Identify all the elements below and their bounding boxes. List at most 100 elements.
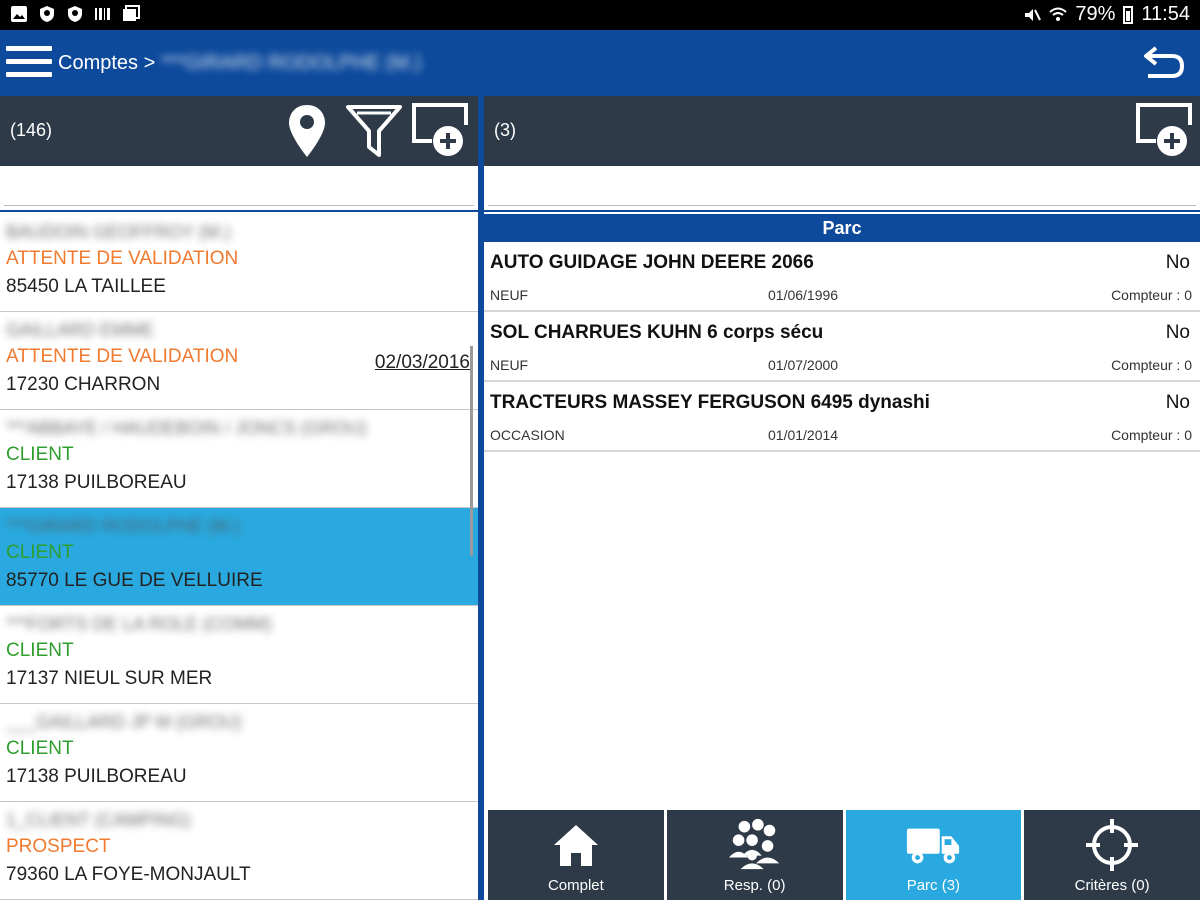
parc-item-counter: Compteur : 0 [1111,427,1192,443]
parc-item-state: NEUF [490,357,529,373]
breadcrumb: Comptes > ***GIRARD RODOLPHE (M.) [58,52,421,75]
truck-icon [905,818,961,872]
add-parc-button[interactable] [1134,100,1196,162]
accounts-search-input[interactable] [4,174,474,206]
breadcrumb-root[interactable]: Comptes > [58,52,155,75]
account-name: ___GAILLARD JP M (GROU) [6,712,242,732]
parc-item-flag: No [1165,322,1190,343]
add-icon [412,103,468,156]
parc-item-title: AUTO GUIDAGE JOHN DEERE 2066 [490,252,814,273]
mute-icon [1025,8,1042,21]
account-status: CLIENT [6,640,74,661]
account-item[interactable]: ___GAILLARD JP M (GROU) CLIENT 17138 PUILB… [0,704,478,802]
wifi-icon [1049,7,1068,21]
account-item[interactable]: GAILLARD EMME ATTENTE DE VALIDATION 17230 … [0,312,478,410]
parc-item-date: 01/07/2000 [768,357,839,373]
account-name: BAUDOIN GEOFFROY (M.) [6,222,231,242]
gallery-icon [123,5,140,21]
parc-item-counter: Compteur : 0 [1111,287,1192,303]
location-pin-icon [289,105,325,157]
map-button[interactable] [276,100,338,162]
account-item[interactable]: BAUDOIN GEOFFROY (M.) ATTENTE DE VALIDATI… [0,214,478,312]
parc-item-flag: No [1165,252,1190,273]
account-city: 17230 CHARRON [6,374,161,395]
tab-label: Resp. (0) [723,877,786,894]
tab-label: Critères (0) [1074,877,1150,894]
tab-label: Parc (3) [906,877,961,894]
back-button[interactable] [1142,42,1186,82]
account-name: ***FORTS DE LA ROLE (COMM) [6,614,272,634]
accounts-panel: (146) BAUDOIN GEOFFROY (M.) ATTENTE DE VA… [0,96,478,900]
add-account-button[interactable] [410,100,472,162]
parc-item-title: TRACTEURS MASSEY FERGUSON 6495 dynashi [490,392,930,413]
parc-item-flag: No [1165,392,1190,413]
tab-label: Complet [547,877,604,894]
filter-icon [346,105,402,157]
account-status: CLIENT [6,444,74,465]
bottom-nav: Complet Resp. (0) Parc (3) Critères (0) [488,810,1200,900]
parc-item-title: SOL CHARRUES KUHN 6 corps sécu [490,322,824,343]
scrollbar[interactable] [470,346,473,556]
filter-button[interactable] [343,100,405,162]
account-city: 17138 PUILBOREAU [6,766,187,787]
accounts-header: (146) [0,96,478,166]
system-status: 79% 11:54 [1023,3,1190,26]
account-date[interactable]: 02/03/2016 [375,352,470,374]
account-status: PROSPECT [6,836,111,857]
image-icon [11,6,27,22]
battery-percent: 79% [1075,3,1116,25]
account-city: 79360 LA FOYE-MONJAULT [6,864,251,885]
section-title: Parc [484,214,1200,242]
parc-search-box [484,166,1200,212]
parc-item[interactable]: AUTO GUIDAGE JOHN DEERE 2066 No NEUF 01/06/… [484,242,1200,312]
account-item[interactable]: ***FORTS DE LA ROLE (COMM) CLIENT 17137 NI… [0,606,478,704]
account-city: 85770 LE GUE DE VELLUIRE [6,570,263,591]
parc-item-state: OCCASION [490,427,565,443]
account-item[interactable]: ***GIRARD RODOLPHE (M.) CLIENT 85770 LE GU… [0,508,478,606]
account-name: GAILLARD EMME [6,320,155,340]
parc-item-date: 01/06/1996 [768,287,839,303]
home-icon [548,818,604,872]
people-icon [727,818,783,872]
accounts-count: (146) [10,120,53,140]
app-bar: Comptes > ***GIRARD RODOLPHE (M.) [0,30,1200,96]
menu-icon[interactable] [6,42,52,82]
accounts-list: BAUDOIN GEOFFROY (M.) ATTENTE DE VALIDATI… [0,214,478,900]
tab-people[interactable]: Resp. (0) [666,810,843,900]
account-name: ***ABBAYE / HAUDEBOIN / JONCS (GROU) [6,418,367,438]
parc-panel: (3) Parc AUTO GUIDAGE JOHN DEERE 2066 No N… [484,96,1200,900]
account-status: CLIENT [6,542,74,563]
breadcrumb-current: ***GIRARD RODOLPHE (M.) [161,52,422,74]
account-status: ATTENTE DE VALIDATION [6,248,239,269]
accounts-search-box [0,166,478,212]
shield-icon [68,6,82,22]
parc-list: AUTO GUIDAGE JOHN DEERE 2066 No NEUF 01/06/… [484,242,1200,452]
battery-icon [1123,5,1134,24]
target-icon [1084,818,1140,872]
account-status: CLIENT [6,738,74,759]
tab-target[interactable]: Critères (0) [1024,810,1200,900]
parc-item-state: NEUF [490,287,529,303]
account-item[interactable]: 1_CLIENT (CAMPING) PROSPECT 79360 LA FOYE-… [0,802,478,900]
undo-icon [1144,46,1185,78]
barcode-icon [95,8,110,20]
account-name: ***GIRARD RODOLPHE (M.) [6,516,241,536]
parc-item-counter: Compteur : 0 [1111,357,1192,373]
parc-search-input[interactable] [488,174,1196,206]
account-city: 17138 PUILBOREAU [6,472,187,493]
shield-icon [40,6,54,22]
notification-icons [10,5,140,23]
parc-header: (3) [484,96,1200,166]
parc-count: (3) [494,120,516,140]
parc-item[interactable]: TRACTEURS MASSEY FERGUSON 6495 dynashi No… [484,382,1200,452]
parc-item[interactable]: SOL CHARRUES KUHN 6 corps sécu No NEUF 01/0… [484,312,1200,382]
add-icon [1136,103,1192,156]
parc-item-date: 01/01/2014 [768,427,839,443]
tab-truck[interactable]: Parc (3) [845,810,1022,900]
status-bar: 79% 11:54 [0,0,1200,30]
clock: 11:54 [1141,3,1190,25]
tab-home[interactable]: Complet [488,810,664,900]
account-item[interactable]: ***ABBAYE / HAUDEBOIN / JONCS (GROU) CLIE… [0,410,478,508]
account-name: 1_CLIENT (CAMPING) [6,810,191,830]
account-city: 85450 LA TAILLEE [6,276,166,297]
